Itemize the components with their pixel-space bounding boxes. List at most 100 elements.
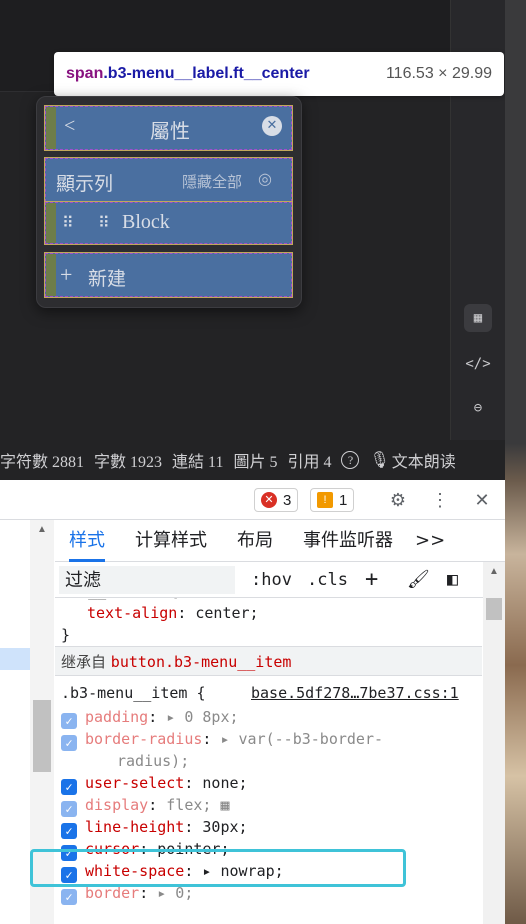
more-options-icon[interactable]: ⋮ [428, 488, 452, 512]
tooltip-dimensions: 116.53 × 29.99 [385, 65, 492, 82]
popup-header-row: < 屬性 ✕ [44, 105, 293, 151]
styles-tabs: 样式 计算样式 布局 事件监听器 >> [55, 520, 505, 562]
css-value: ▸ 0 8px; [166, 708, 239, 726]
char-count: 字符數 2881 [0, 454, 85, 471]
scroll-up-arrow[interactable]: ▲ [482, 566, 506, 582]
checkbox-icon[interactable]: ✓ [61, 823, 77, 839]
help-icon[interactable]: ? [341, 451, 360, 469]
css-value: 30px; [202, 818, 248, 836]
source-link[interactable]: base.5df278…7be37.css:1 [251, 684, 459, 702]
section-label: 顯示列 [56, 174, 114, 195]
inherited-header: 继承自 button.b3-menu__item [55, 646, 482, 676]
css-property: line-height [85, 818, 185, 836]
editor-app: ▦ </> ⊖ span.b3-menu__label.ft__center 1… [0, 0, 526, 480]
eye-off-icon[interactable]: ◎ [258, 169, 272, 189]
hide-all-button[interactable]: 隱藏全部 [182, 171, 242, 192]
inspect-tooltip: span.b3-menu__label.ft__center 116.53 × … [54, 52, 504, 96]
padding-overlay [46, 254, 56, 296]
padding-overlay [46, 107, 56, 149]
filter-bar: :hov .cls + 🖌 ◧ [55, 562, 485, 598]
new-label: 新建 [88, 269, 127, 290]
css-declaration[interactable]: text-align: center; [61, 602, 259, 624]
css-declaration[interactable]: ✓ user-select: none; [61, 772, 248, 795]
show-columns-row: 顯示列 隱藏全部 ◎ [44, 157, 293, 203]
css-property: border-radius [85, 730, 203, 748]
word-count: 字數 1923 [94, 454, 163, 471]
checkbox-icon[interactable]: ✓ [61, 889, 77, 905]
new-row[interactable]: + 新建 [44, 252, 293, 298]
tooltip-selector: span.b3-menu__label.ft__center [66, 65, 310, 83]
inherited-source[interactable]: button.b3-menu__item [111, 653, 292, 671]
tab-styles[interactable]: 样式 [69, 520, 105, 562]
settings-gear-icon[interactable]: ⚙ [386, 488, 410, 512]
selected-node[interactable] [0, 648, 30, 670]
hov-button[interactable]: :hov [251, 568, 292, 592]
highlight-annotation [30, 849, 406, 887]
css-property: user-select [85, 774, 185, 792]
filter-input[interactable] [59, 566, 235, 594]
rule-selector[interactable]: .b3-menu__item { [61, 682, 206, 704]
background-photo [505, 0, 526, 924]
drag-handle-icon[interactable]: ⠿ [62, 213, 74, 233]
rule-close-brace: } [61, 626, 71, 644]
rule-selector-text: .b3-menu__item { [61, 684, 206, 702]
css-declaration[interactable]: ✓ display: flex; ▦ [61, 794, 230, 817]
flexbox-editor-icon[interactable]: ▦ [220, 796, 229, 814]
tab-more-chevron[interactable]: >> [415, 520, 445, 562]
warning-icon: ! [317, 492, 333, 508]
back-icon[interactable]: < [64, 115, 75, 138]
tooltip-tag: span [66, 65, 104, 82]
paint-brush-icon[interactable]: 🖌 [407, 568, 430, 592]
error-count: 3 [283, 491, 292, 509]
status-bar: 字符數 2881 字數 1923 連結 11 圖片 5 引用 4 ? 🎙 文本朗… [0, 440, 505, 480]
plus-icon: + [60, 262, 73, 287]
styles-scrollbar[interactable]: ▲ [483, 562, 505, 924]
css-declaration-continued: radius); [61, 750, 189, 772]
grip-icon: ⠿ [98, 215, 110, 232]
checkbox-icon[interactable]: ✓ [61, 713, 77, 729]
block-row[interactable]: ⠿ ⠿ Block [44, 201, 293, 245]
css-value: none; [202, 774, 248, 792]
checkbox-icon[interactable]: ✓ [61, 801, 77, 817]
css-declaration[interactable]: ✓ border-radius: ▸ var(--b3-border- [61, 728, 384, 751]
apps-icon[interactable]: ▦ [464, 304, 492, 332]
css-declaration[interactable]: ✓ line-height: 30px; [61, 816, 248, 839]
css-property: display [85, 796, 149, 814]
tab-computed[interactable]: 计算样式 [135, 520, 207, 562]
link-icon[interactable]: ⊖ [464, 394, 492, 422]
tab-layout[interactable]: 布局 [237, 520, 273, 562]
microphone-icon[interactable]: 🎙 [369, 450, 389, 470]
warning-badge[interactable]: ! 1 [310, 488, 355, 512]
tooltip-classes: .b3-menu__label.ft__center [103, 65, 310, 82]
inherited-label: 继承自 [61, 653, 107, 671]
scroll-thumb[interactable] [486, 598, 502, 620]
checkbox-icon[interactable]: ✓ [61, 735, 77, 751]
cls-button[interactable]: .cls [307, 568, 348, 592]
popup-title: 屬性 [150, 121, 190, 143]
css-value: ▸ var(--b3-border- [220, 730, 384, 748]
warning-count: 1 [339, 491, 348, 509]
css-value: radius); [117, 752, 190, 770]
close-icon[interactable]: ✕ [262, 116, 282, 136]
css-value: center; [195, 604, 259, 622]
tab-event-listeners[interactable]: 事件监听器 [303, 520, 393, 562]
css-declaration[interactable]: ✓ padding: ▸ 0 8px; [61, 706, 239, 729]
link-count: 連結 11 [172, 454, 224, 471]
scroll-thumb[interactable] [33, 700, 51, 772]
image-count: 圖片 5 [233, 454, 278, 471]
error-badge[interactable]: ✕ 3 [254, 488, 299, 512]
css-value: flex; [166, 796, 212, 814]
rule-source-link[interactable]: base.5df278…7be37.css:1 [251, 682, 459, 704]
error-icon: ✕ [261, 492, 277, 508]
scroll-up-arrow[interactable]: ▲ [30, 524, 54, 540]
code-icon[interactable]: </> [464, 350, 492, 378]
padding-overlay [46, 203, 56, 243]
block-label: Block [122, 211, 170, 233]
devtools-toolbar: ✕ 3 ! 1 ⚙ ⋮ ✕ [0, 480, 505, 520]
close-devtools-icon[interactable]: ✕ [470, 488, 494, 512]
read-aloud-button[interactable]: 文本朗读 [392, 448, 456, 472]
checkbox-icon[interactable]: ✓ [61, 779, 77, 795]
sidebar-toggle-icon[interactable]: ◧ [447, 568, 458, 592]
add-rule-button[interactable]: + [365, 568, 378, 592]
ref-count: 引用 4 [287, 454, 332, 471]
